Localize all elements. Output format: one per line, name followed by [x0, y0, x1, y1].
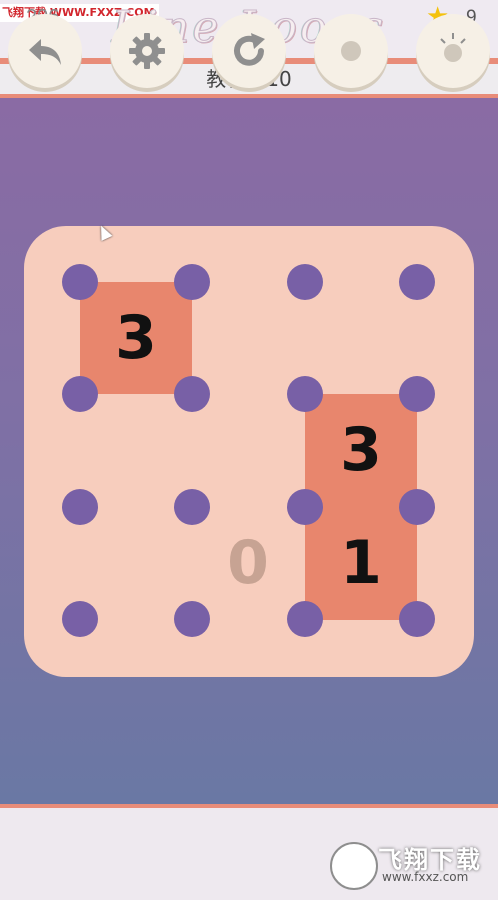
- light-button[interactable]: [416, 14, 490, 88]
- grid-dot[interactable]: [62, 489, 98, 525]
- undo-button[interactable]: [8, 14, 82, 88]
- grid-dot[interactable]: [287, 489, 323, 525]
- grid-dot[interactable]: [174, 601, 210, 637]
- clue-number-faded: 0: [227, 528, 269, 598]
- grid-dot[interactable]: [174, 264, 210, 300]
- restart-button[interactable]: [212, 14, 286, 88]
- grid-dot[interactable]: [399, 376, 435, 412]
- grid-dot[interactable]: [399, 264, 435, 300]
- grid-dot[interactable]: [399, 489, 435, 525]
- grid-dot[interactable]: [62, 264, 98, 300]
- puzzle-board[interactable]: 3 3 0 1: [24, 226, 474, 677]
- grid-dot[interactable]: [287, 376, 323, 412]
- gear-icon: [129, 33, 165, 69]
- grid-dot[interactable]: [174, 376, 210, 412]
- grid-dot[interactable]: [174, 489, 210, 525]
- clue-number: 1: [340, 528, 382, 598]
- watermark-url: www.fxxz.com: [382, 870, 469, 884]
- clue-number: 3: [115, 303, 157, 373]
- grid-dot[interactable]: [62, 601, 98, 637]
- grid-dot[interactable]: [287, 264, 323, 300]
- undo-arrow-icon: [29, 39, 61, 65]
- clue-number: 3: [340, 415, 382, 485]
- refresh-icon: [234, 33, 265, 66]
- hint-icon: [341, 41, 361, 61]
- grid-dot[interactable]: [62, 376, 98, 412]
- lightbulb-icon: [440, 33, 466, 62]
- hint-button[interactable]: [314, 14, 388, 88]
- grid-dot[interactable]: [399, 601, 435, 637]
- watermark-bottom: 飞翔下载 www.fxxz.com: [330, 838, 490, 890]
- settings-button[interactable]: [110, 14, 184, 88]
- watermark-logo-icon: [330, 842, 378, 890]
- grid-dot[interactable]: [287, 601, 323, 637]
